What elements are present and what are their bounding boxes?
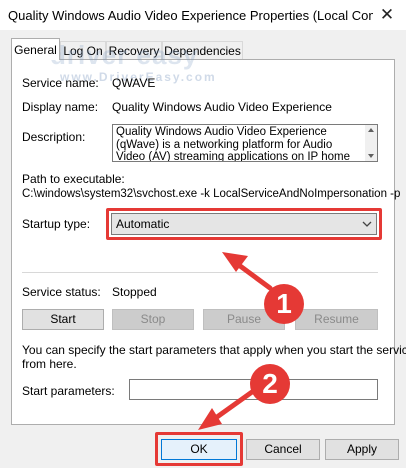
tab-general[interactable]: General bbox=[11, 38, 60, 60]
arrow-2-head bbox=[198, 408, 222, 430]
step-1-badge: 1 bbox=[264, 284, 304, 324]
step-2-badge: 2 bbox=[250, 364, 290, 404]
annotation-arrows bbox=[198, 252, 273, 430]
